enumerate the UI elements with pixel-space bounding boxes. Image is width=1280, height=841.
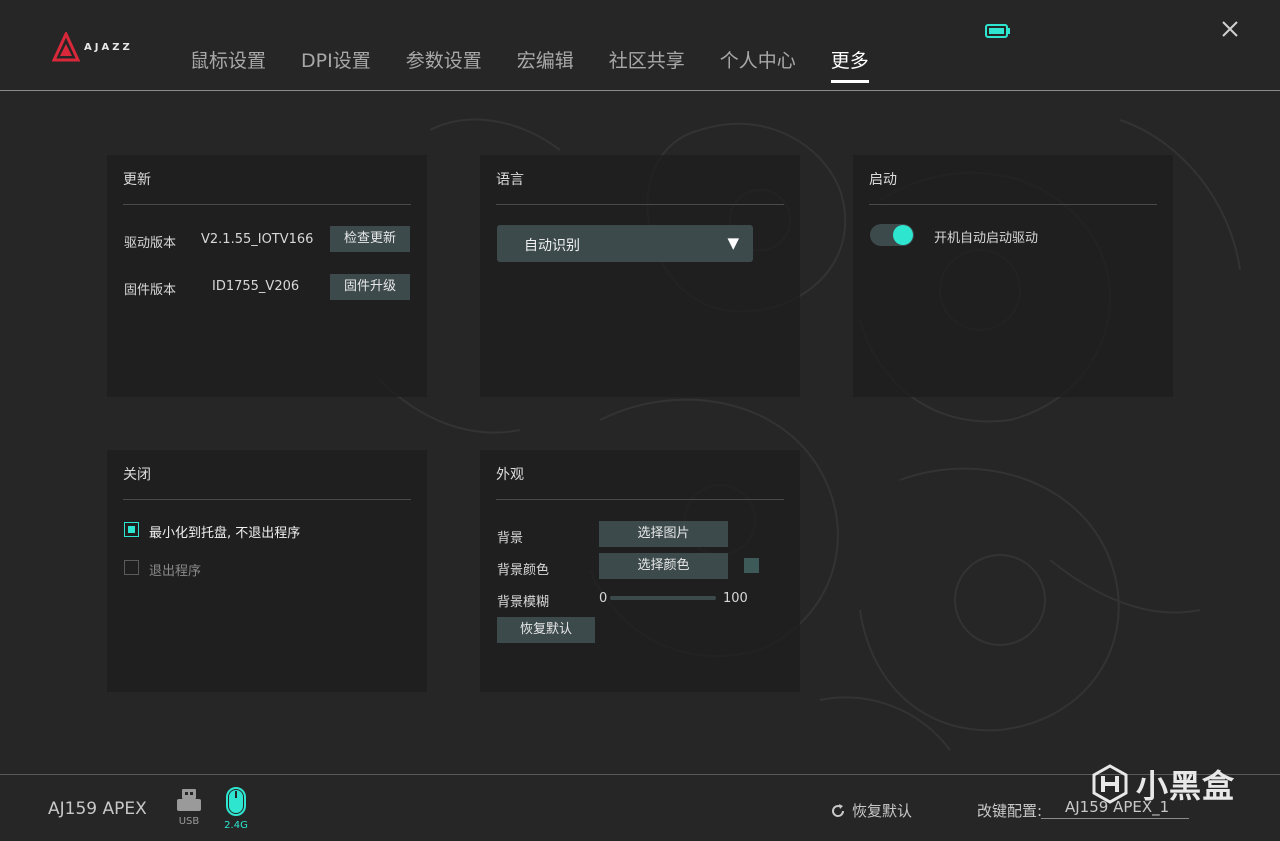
refresh-icon [832, 803, 845, 817]
firmware-upgrade-button[interactable]: 固件升级 [330, 274, 410, 300]
autostart-label: 开机自动启动驱动 [934, 231, 1039, 246]
watermark-text: 小黑盒 [1136, 767, 1236, 805]
heybox-logo-icon [1092, 764, 1128, 804]
firmware-version-value: ID1755_V206 [212, 279, 300, 294]
usb-icon [177, 789, 201, 811]
battery-icon [985, 24, 1010, 38]
background-color-label: 背景颜色 [497, 563, 550, 578]
ajazz-logo-icon [52, 32, 80, 62]
firmware-version-label: 固件版本 [124, 283, 177, 298]
choose-color-button[interactable]: 选择颜色 [599, 553, 728, 579]
update-panel: 更新 驱动版本 V2.1.55_IOTV166 检查更新 固件版本 ID1755… [107, 155, 427, 397]
close-behavior-panel: 关闭 最小化到托盘, 不退出程序 退出程序 [107, 450, 427, 692]
startup-panel: 启动 开机自动启动驱动 [853, 155, 1173, 397]
tab-mouse-settings[interactable]: 鼠标设置 [190, 46, 266, 83]
language-panel: 语言 自动识别 ▼ [480, 155, 800, 397]
logo-text: AJAZZ [84, 41, 133, 53]
background-blur-label: 背景模糊 [497, 595, 550, 610]
driver-version-label: 驱动版本 [124, 236, 177, 251]
usb-connection: USB [176, 787, 202, 827]
appearance-panel: 外观 背景 选择图片 背景颜色 选择颜色 背景模糊 0 100 恢复默认 [480, 450, 800, 692]
language-select[interactable]: 自动识别 ▼ [497, 225, 753, 262]
device-name: AJ159 APEX [48, 799, 147, 819]
dropdown-arrow-icon: ▼ [727, 234, 739, 252]
background-label: 背景 [497, 531, 524, 546]
tab-community-share[interactable]: 社区共享 [609, 46, 685, 83]
top-bar: AJAZZ 鼠标设置 DPI设置 参数设置 宏编辑 社区共享 个人中心 更多 [0, 0, 1280, 91]
restore-default-label: 恢复默认 [852, 802, 913, 820]
language-selected-value: 自动识别 [524, 238, 580, 254]
exit-program-checkbox[interactable] [124, 560, 139, 575]
blur-min-value: 0 [599, 591, 608, 606]
check-update-button[interactable]: 检查更新 [330, 226, 410, 252]
appearance-panel-title: 外观 [496, 466, 784, 500]
blur-slider[interactable] [610, 596, 716, 600]
main-nav: 鼠标设置 DPI设置 参数设置 宏编辑 社区共享 个人中心 更多 [190, 46, 904, 83]
driver-version-value: V2.1.55_IOTV166 [201, 232, 314, 247]
background-artwork [379, 118, 1241, 751]
autostart-toggle[interactable] [870, 224, 914, 246]
brand-logo: AJAZZ [52, 32, 133, 62]
profile-label: 改键配置: [977, 802, 1043, 820]
tab-parameter-settings[interactable]: 参数设置 [406, 46, 482, 83]
update-panel-title: 更新 [123, 171, 411, 205]
wireless-label: 2.4G [224, 820, 248, 831]
minimize-to-tray-checkbox[interactable] [124, 522, 139, 537]
bottom-bar: AJ159 APEX USB 2.4G 恢复默认 改键配置: AJ159 APE… [0, 764, 1280, 841]
mouse-icon [226, 787, 246, 816]
exit-program-label[interactable]: 退出程序 [149, 560, 201, 579]
restore-default-appearance-button[interactable]: 恢复默认 [497, 617, 595, 643]
usb-label: USB [178, 816, 200, 827]
choose-image-button[interactable]: 选择图片 [599, 521, 728, 547]
close-icon[interactable] [1220, 19, 1240, 39]
blur-max-value: 100 [723, 591, 748, 606]
tab-macro-editor[interactable]: 宏编辑 [517, 46, 574, 83]
tab-more[interactable]: 更多 [830, 46, 869, 83]
background-color-swatch[interactable] [744, 558, 759, 573]
wireless-connection: 2.4G [224, 787, 248, 831]
minimize-to-tray-label[interactable]: 最小化到托盘, 不退出程序 [149, 522, 300, 541]
language-panel-title: 语言 [496, 171, 784, 205]
tab-dpi-settings[interactable]: DPI设置 [301, 46, 371, 83]
tab-personal-center[interactable]: 个人中心 [720, 46, 796, 83]
close-panel-title: 关闭 [123, 466, 411, 500]
startup-panel-title: 启动 [869, 171, 1157, 205]
watermark: 小黑盒 [1090, 761, 1235, 807]
toggle-knob [893, 225, 913, 245]
restore-default-button[interactable]: 恢复默认 [830, 800, 912, 821]
